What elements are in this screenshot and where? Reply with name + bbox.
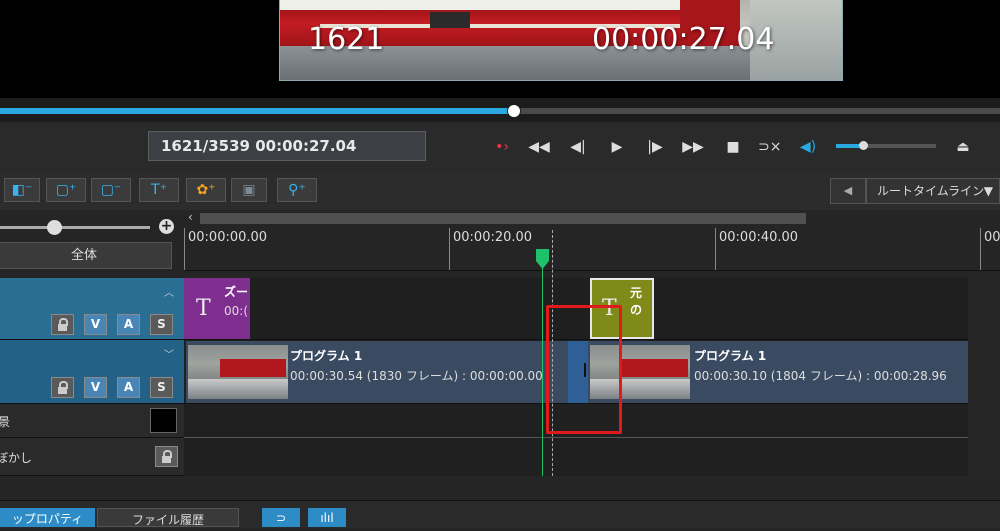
play-icon[interactable]: ▶ (606, 138, 628, 156)
fast-forward-icon[interactable]: ▶▶ (682, 138, 704, 156)
background-color-swatch[interactable] (150, 408, 177, 433)
volume-handle[interactable] (859, 141, 868, 150)
video-clip[interactable]: プログラム 1 00:00:30.54 (1830 フレーム) : 00:00:… (186, 341, 568, 403)
track-header-video[interactable]: ﹀ V A S (0, 340, 184, 404)
audio-toggle[interactable]: A (117, 377, 140, 398)
timeline-select-label: ルートタイムライン (877, 184, 985, 198)
clip-duration: 00:( (224, 304, 248, 318)
ruler-label: 00:00:00.00 (188, 230, 268, 245)
rewind-icon[interactable]: ◀◀ (528, 138, 550, 156)
tool-subtitle-icon[interactable]: ▣ (231, 178, 267, 202)
track-label-blur: ぼかし (0, 451, 33, 465)
clip-thumbnail (188, 345, 288, 399)
stop-icon[interactable]: ■ (722, 138, 744, 156)
chevron-down-icon[interactable]: ﹀ (164, 346, 174, 361)
chevron-up-icon[interactable]: ︿ (164, 284, 174, 299)
track-row-blur[interactable] (184, 438, 1000, 476)
track-header-blur[interactable]: ぼかし (0, 438, 184, 476)
tool-add-text-icon[interactable]: T⁺ (139, 178, 179, 202)
seek-bar-fill (0, 108, 513, 114)
fit-all-button[interactable]: 全体 (0, 242, 172, 269)
tab-file-history[interactable]: ファイル履歴 (97, 508, 239, 527)
solo-toggle[interactable]: S (150, 377, 173, 398)
zoom-in-icon[interactable]: + (159, 219, 174, 234)
seek-handle[interactable] (507, 104, 521, 118)
track-end-area (968, 278, 1000, 476)
lock-icon[interactable] (155, 446, 178, 467)
ruler-label: 00:0 (984, 230, 1000, 245)
overlay-frame-number: 1621 (308, 22, 385, 57)
text-clip-icon: T (196, 296, 211, 321)
overlay-timecode: 00:00:27.04 (592, 22, 775, 57)
tool-add-marker-icon[interactable]: ⚲⁺ (277, 178, 317, 202)
train-roof (280, 0, 720, 10)
clip-title: プログラム 1 (290, 349, 363, 363)
track-header-text[interactable]: ︿ V A S (0, 278, 184, 340)
tool-remove-clip-icon[interactable]: ▢⁻ (91, 178, 131, 202)
timecode-display[interactable]: 1621/3539 00:00:27.04 (148, 131, 426, 161)
ruler-label: 00:00:40.00 (719, 230, 799, 245)
audio-waveform-icon[interactable]: ılıl (308, 508, 346, 527)
ruler-tick (715, 228, 716, 270)
playhead-handle[interactable] (536, 249, 549, 269)
clip-info: 00:00:30.10 (1804 フレーム) : 00:00:28.96 (694, 369, 947, 383)
tool-remove-track-icon[interactable]: ◧⁻ (4, 178, 40, 202)
highlight-box (546, 305, 622, 434)
prev-frame-icon[interactable]: ◀| (567, 138, 589, 156)
tool-add-clip-icon[interactable]: ▢⁺ (46, 178, 86, 202)
next-frame-icon[interactable]: |▶ (644, 138, 666, 156)
tool-add-effect-icon[interactable]: ✿⁺ (186, 178, 226, 202)
ruler-tick (184, 228, 185, 270)
video-clip[interactable]: プログラム 1 00:00:30.10 (1804 フレーム) : 00:00:… (588, 341, 968, 403)
ruler-label: 00:00:20.00 (453, 230, 533, 245)
clip-title: ズー (224, 285, 249, 299)
loop-icon[interactable]: ⊃× (758, 138, 781, 156)
video-toggle[interactable]: V (84, 377, 107, 398)
timeline-select[interactable]: ルートタイムライン ▼ (866, 178, 1000, 204)
clip-info: 00:00:30.54 (1830 フレーム) : 00:00:00.00 (290, 369, 543, 383)
timeline-back-button[interactable]: ◀ (830, 178, 866, 204)
text-clip[interactable]: T ズー 00:( (184, 278, 250, 339)
zoom-slider[interactable] (0, 226, 150, 229)
solo-toggle[interactable]: S (150, 314, 173, 335)
chevron-down-icon: ▼ (983, 184, 993, 198)
eject-icon[interactable]: ⏏ (952, 138, 974, 156)
train-window (430, 12, 470, 28)
video-toggle[interactable]: V (84, 314, 107, 335)
audio-toggle[interactable]: A (117, 314, 140, 335)
lock-icon[interactable] (51, 314, 74, 335)
track-label-background: 景 (0, 415, 11, 429)
playhead-line (542, 262, 543, 476)
zoom-handle[interactable] (47, 220, 62, 235)
scroll-left-icon[interactable]: ‹ (188, 210, 193, 224)
horizontal-scrollbar[interactable] (200, 213, 806, 224)
record-icon[interactable]: •› (491, 138, 513, 156)
ruler-tick (449, 228, 450, 270)
ruler-tick (980, 228, 981, 270)
tab-clip-properties[interactable]: ップロパティ (0, 508, 95, 527)
speaker-icon[interactable]: ◀) (797, 138, 819, 156)
clip-title: 元の (630, 286, 643, 317)
video-frame: 1621 00:00:27.04 (279, 0, 843, 81)
lock-icon[interactable] (51, 377, 74, 398)
loop-mode-icon[interactable]: ⊃ (262, 508, 300, 527)
clip-title: プログラム 1 (694, 349, 767, 363)
